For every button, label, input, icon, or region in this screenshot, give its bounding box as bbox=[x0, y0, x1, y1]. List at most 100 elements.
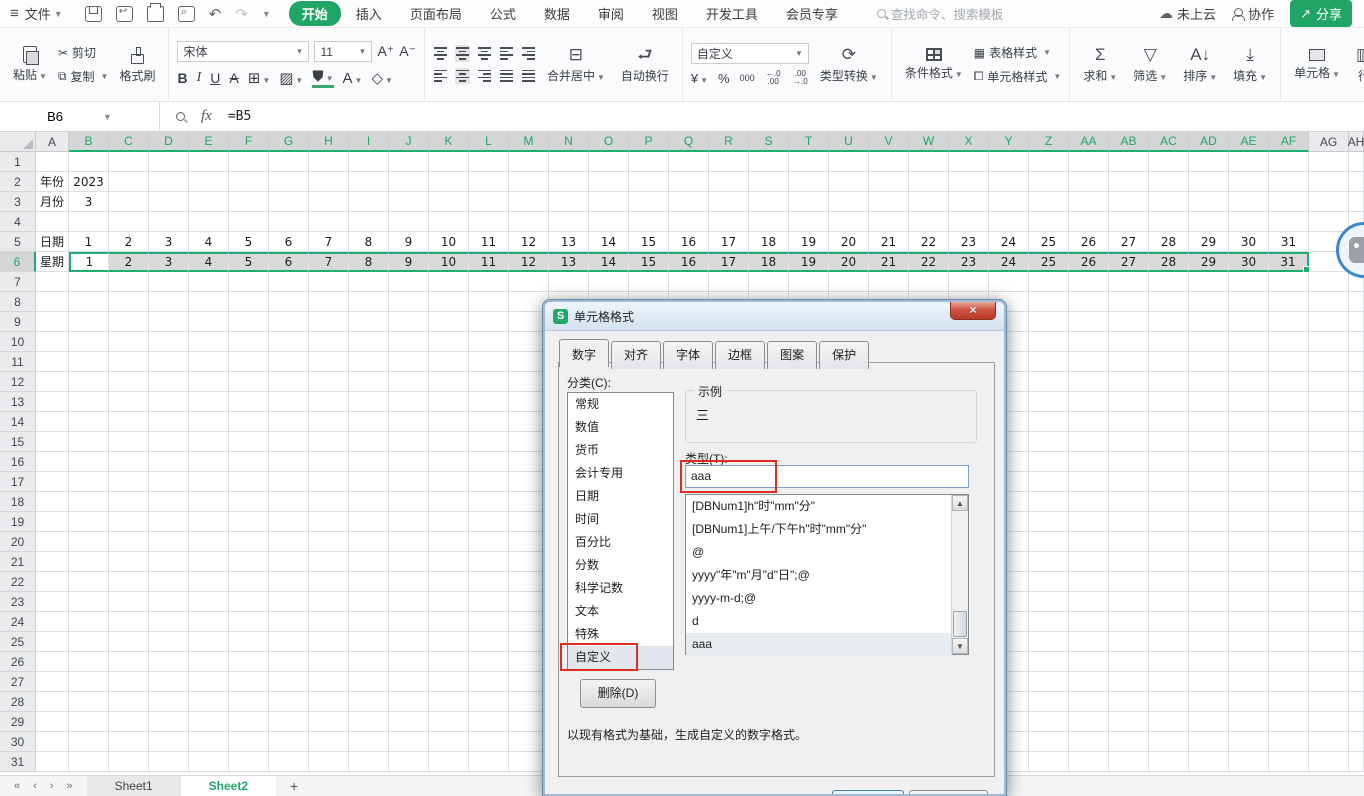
row-header-6[interactable]: 6 bbox=[0, 252, 36, 272]
cell-B15[interactable] bbox=[69, 432, 109, 452]
cell-J31[interactable] bbox=[389, 752, 429, 772]
format-painter-button[interactable]: 格式刷 bbox=[114, 44, 160, 86]
cell-J24[interactable] bbox=[389, 612, 429, 632]
cell-D24[interactable] bbox=[149, 612, 189, 632]
cell-L17[interactable] bbox=[469, 472, 509, 492]
column-header-S[interactable]: S bbox=[749, 132, 789, 152]
cell-AC9[interactable] bbox=[1149, 312, 1189, 332]
cell-I1[interactable] bbox=[349, 152, 389, 172]
cell-B20[interactable] bbox=[69, 532, 109, 552]
cell-AC28[interactable] bbox=[1149, 692, 1189, 712]
cell-E21[interactable] bbox=[189, 552, 229, 572]
cell-I5[interactable]: 8 bbox=[349, 232, 389, 252]
cell-R3[interactable] bbox=[709, 192, 749, 212]
cell-C2[interactable] bbox=[109, 172, 149, 192]
cell-G10[interactable] bbox=[269, 332, 309, 352]
cell-Z12[interactable] bbox=[1029, 372, 1069, 392]
cell-AD9[interactable] bbox=[1189, 312, 1229, 332]
cell-J26[interactable] bbox=[389, 652, 429, 672]
cell-X1[interactable] bbox=[949, 152, 989, 172]
cell-G9[interactable] bbox=[269, 312, 309, 332]
cell-AA16[interactable] bbox=[1069, 452, 1109, 472]
column-header-AH[interactable]: AH bbox=[1349, 132, 1364, 152]
cell-AC31[interactable] bbox=[1149, 752, 1189, 772]
table-style-button[interactable]: ▦表格样式▼ bbox=[974, 44, 1062, 61]
delete-button[interactable]: 删除(D) bbox=[580, 679, 656, 708]
cell-A15[interactable] bbox=[36, 432, 69, 452]
cell-AD22[interactable] bbox=[1189, 572, 1229, 592]
cell-AD30[interactable] bbox=[1189, 732, 1229, 752]
cell-G12[interactable] bbox=[269, 372, 309, 392]
cell-AA5[interactable]: 26 bbox=[1069, 232, 1109, 252]
cell-E5[interactable]: 4 bbox=[189, 232, 229, 252]
cell-R2[interactable] bbox=[709, 172, 749, 192]
cut-button[interactable]: ✂剪切 bbox=[58, 44, 109, 61]
cell-O7[interactable] bbox=[589, 272, 629, 292]
column-header-L[interactable]: L bbox=[469, 132, 509, 152]
cell-K27[interactable] bbox=[429, 672, 469, 692]
cell-Z1[interactable] bbox=[1029, 152, 1069, 172]
cell-AA27[interactable] bbox=[1069, 672, 1109, 692]
cell-K28[interactable] bbox=[429, 692, 469, 712]
cell-F20[interactable] bbox=[229, 532, 269, 552]
cell-AF27[interactable] bbox=[1269, 672, 1309, 692]
cell-L28[interactable] bbox=[469, 692, 509, 712]
cell-J8[interactable] bbox=[389, 292, 429, 312]
cell-AF19[interactable] bbox=[1269, 512, 1309, 532]
cell-Z15[interactable] bbox=[1029, 432, 1069, 452]
cell-C25[interactable] bbox=[109, 632, 149, 652]
cell-M1[interactable] bbox=[509, 152, 549, 172]
cell-Z4[interactable] bbox=[1029, 212, 1069, 232]
cell-B9[interactable] bbox=[69, 312, 109, 332]
cell-E28[interactable] bbox=[189, 692, 229, 712]
cell-AH15[interactable] bbox=[1349, 432, 1364, 452]
cell-W5[interactable]: 22 bbox=[909, 232, 949, 252]
cell-C20[interactable] bbox=[109, 532, 149, 552]
cell-K14[interactable] bbox=[429, 412, 469, 432]
cell-AC5[interactable]: 28 bbox=[1149, 232, 1189, 252]
cell-W1[interactable] bbox=[909, 152, 949, 172]
menu-tab-6[interactable]: 视图 bbox=[639, 1, 691, 26]
cell-O2[interactable] bbox=[589, 172, 629, 192]
cell-AB23[interactable] bbox=[1109, 592, 1149, 612]
cell-B17[interactable] bbox=[69, 472, 109, 492]
cell-AC11[interactable] bbox=[1149, 352, 1189, 372]
dialog-title-bar[interactable]: S 单元格格式 × bbox=[545, 302, 1004, 331]
cell-C29[interactable] bbox=[109, 712, 149, 732]
cell-AD23[interactable] bbox=[1189, 592, 1229, 612]
cell-AB9[interactable] bbox=[1109, 312, 1149, 332]
cell-C22[interactable] bbox=[109, 572, 149, 592]
cell-C17[interactable] bbox=[109, 472, 149, 492]
cell-I22[interactable] bbox=[349, 572, 389, 592]
decrease-indent-icon[interactable] bbox=[499, 45, 514, 61]
name-box-dropdown-icon[interactable]: ▼ bbox=[103, 112, 112, 122]
cell-A3[interactable]: 月份 bbox=[36, 192, 69, 212]
cell-A5[interactable]: 日期 bbox=[36, 232, 69, 252]
draw-border-button[interactable]: ▨▼ bbox=[279, 69, 303, 87]
cell-G30[interactable] bbox=[269, 732, 309, 752]
cell-L11[interactable] bbox=[469, 352, 509, 372]
cell-F6[interactable]: 5 bbox=[229, 252, 269, 272]
cell-H6[interactable]: 7 bbox=[309, 252, 349, 272]
cell-AC20[interactable] bbox=[1149, 532, 1189, 552]
cell-H28[interactable] bbox=[309, 692, 349, 712]
cell-B22[interactable] bbox=[69, 572, 109, 592]
cell-O4[interactable] bbox=[589, 212, 629, 232]
cell-AB5[interactable]: 27 bbox=[1109, 232, 1149, 252]
cell-AH1[interactable] bbox=[1349, 152, 1364, 172]
cell-E20[interactable] bbox=[189, 532, 229, 552]
column-header-O[interactable]: O bbox=[589, 132, 629, 152]
row-header-24[interactable]: 24 bbox=[0, 612, 36, 632]
rows-cols-button[interactable]: ▥ 行 bbox=[1351, 44, 1364, 86]
cell-AC24[interactable] bbox=[1149, 612, 1189, 632]
cell-T4[interactable] bbox=[789, 212, 829, 232]
cell-AA28[interactable] bbox=[1069, 692, 1109, 712]
more-actions-icon[interactable]: ▼ bbox=[262, 9, 271, 19]
cell-A30[interactable] bbox=[36, 732, 69, 752]
cell-A12[interactable] bbox=[36, 372, 69, 392]
column-header-Y[interactable]: Y bbox=[989, 132, 1029, 152]
cell-AB20[interactable] bbox=[1109, 532, 1149, 552]
cell-AF11[interactable] bbox=[1269, 352, 1309, 372]
row-header-12[interactable]: 12 bbox=[0, 372, 36, 392]
cell-F28[interactable] bbox=[229, 692, 269, 712]
